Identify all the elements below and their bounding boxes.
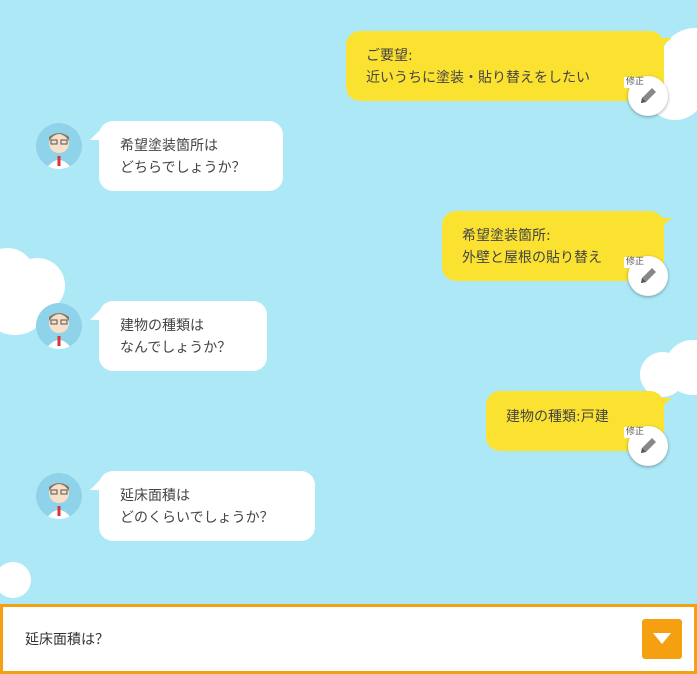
answer-select[interactable]: 延床面積は？ — [0, 604, 697, 674]
bot-message: 希望塗装箇所は どちらでしょうか？ — [99, 121, 283, 191]
pencil-icon — [641, 88, 656, 103]
bot-message: 延床面積は どのくらいでしょうか？ — [99, 471, 315, 541]
bubble-tail — [662, 218, 672, 226]
dropdown-button[interactable] — [642, 619, 682, 659]
message-line: どのくらいでしょうか？ — [120, 510, 274, 526]
edit-button[interactable]: 修正 — [624, 426, 668, 466]
edit-button[interactable]: 修正 — [624, 76, 668, 116]
message-line: どちらでしょうか？ — [120, 160, 246, 176]
bot-message: 建物の種類は なんでしょうか？ — [99, 301, 267, 371]
edit-button[interactable]: 修正 — [624, 256, 668, 296]
message-line: ご要望: — [366, 48, 413, 64]
chevron-down-icon — [653, 633, 671, 644]
bubble-tail — [662, 38, 672, 46]
message-line: 建物の種類:戸建 — [506, 409, 609, 425]
pencil-icon — [641, 268, 656, 283]
message-line: なんでしょうか？ — [120, 340, 232, 356]
avatar — [36, 473, 82, 519]
user-message: ご要望: 近いうちに塗装・貼り替えをしたい — [346, 31, 664, 101]
message-line: 延床面積は — [120, 488, 190, 504]
cloud — [0, 562, 31, 598]
message-line: 希望塗装箇所: — [462, 228, 551, 244]
bubble-tail — [662, 398, 672, 406]
message-line: 建物の種類は — [120, 318, 204, 334]
avatar — [36, 123, 82, 169]
current-question: 延床面積は？ — [25, 632, 109, 648]
message-line: 近いうちに塗装・貼り替えをしたい — [366, 70, 590, 86]
avatar — [36, 303, 82, 349]
pencil-icon — [641, 438, 656, 453]
message-line: 希望塗装箇所は — [120, 138, 218, 154]
